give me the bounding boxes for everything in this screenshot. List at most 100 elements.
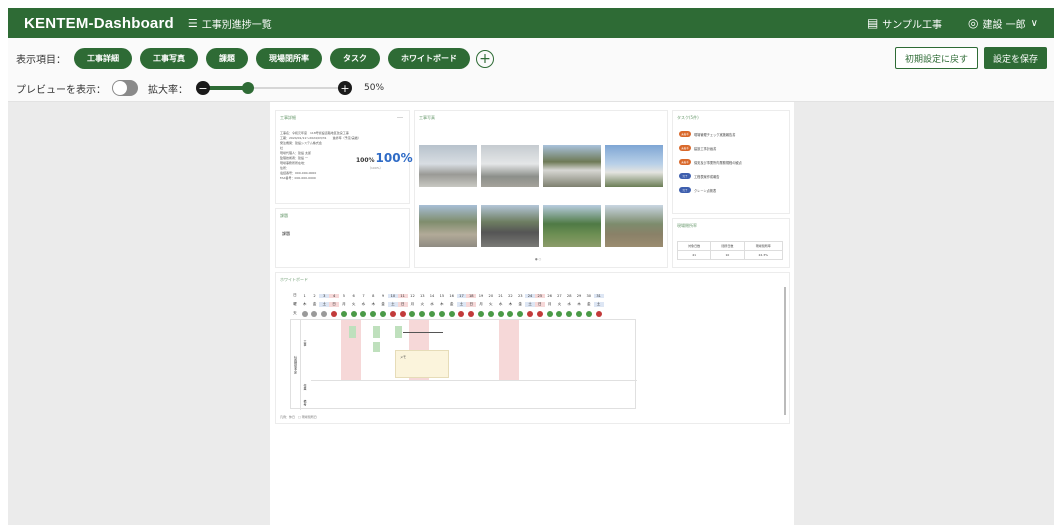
- photo-thumbnail[interactable]: [419, 205, 477, 247]
- weather-cell[interactable]: [319, 310, 329, 317]
- weather-cell[interactable]: [564, 310, 574, 317]
- panel-photos[interactable]: 工事写真 ● ○: [414, 110, 668, 268]
- nav-progress-list[interactable]: ☰ 工事別進捗一覧: [188, 16, 272, 31]
- chevron-down-icon: ∨: [1030, 17, 1038, 29]
- task-item[interactable]: 未着手 建設工事計画書: [679, 145, 742, 151]
- chip-closure-rate[interactable]: 現場閉所率: [256, 48, 322, 69]
- weather-cell[interactable]: [555, 310, 565, 317]
- photo-thumbnail[interactable]: [543, 205, 601, 247]
- zoom-out-icon[interactable]: −: [196, 81, 210, 95]
- panel-title: 工事写真: [419, 115, 435, 120]
- weather-cell[interactable]: [574, 310, 584, 317]
- weather-cell[interactable]: [300, 310, 310, 317]
- weather-cell[interactable]: [506, 310, 516, 317]
- weather-cell[interactable]: [466, 310, 476, 317]
- schedule-block[interactable]: [349, 326, 356, 338]
- photo-thumbnail[interactable]: [605, 205, 663, 247]
- zoom-in-icon[interactable]: +: [338, 81, 352, 95]
- schedule-block[interactable]: [395, 326, 402, 338]
- row-label: 曜: [293, 302, 297, 306]
- reset-defaults-button[interactable]: 初期設定に戻す: [895, 47, 979, 69]
- preview-label: プレビューを表示：: [16, 84, 106, 96]
- photo-thumbnail[interactable]: [419, 145, 477, 187]
- weather-cell[interactable]: [486, 310, 496, 317]
- chip-detail[interactable]: 工事詳細: [74, 48, 132, 69]
- task-text: 工程表案作成報告: [694, 174, 720, 179]
- weather-cell[interactable]: [496, 310, 506, 317]
- weather-cell[interactable]: [359, 310, 369, 317]
- more-icon[interactable]: …: [397, 113, 403, 120]
- save-settings-button[interactable]: 設定を保存: [984, 47, 1048, 69]
- weather-cell[interactable]: [427, 310, 437, 317]
- weather-cell[interactable]: [408, 310, 418, 317]
- calendar-day: 4: [329, 293, 339, 298]
- chip-tasks[interactable]: タスク: [330, 48, 380, 69]
- weather-cell[interactable]: [476, 310, 486, 317]
- zoom-slider[interactable]: − +: [196, 81, 352, 95]
- photo-thumbnail[interactable]: [605, 145, 663, 187]
- preview-toggle[interactable]: [112, 80, 138, 96]
- task-item[interactable]: 完了 クレーン点検表: [679, 187, 742, 193]
- weather-cell[interactable]: [368, 310, 378, 317]
- weather-cell[interactable]: [457, 310, 467, 317]
- task-item[interactable]: 未着手 現場管理チェック実施報告書: [679, 131, 742, 137]
- project-name: サンプル工事: [882, 19, 942, 31]
- weather-cell[interactable]: [584, 310, 594, 317]
- photo-pager[interactable]: ● ○: [535, 257, 541, 261]
- user-name: 建設 一郎: [982, 19, 1026, 31]
- weather-cell[interactable]: [398, 310, 408, 317]
- status-dot-icon: [409, 310, 416, 317]
- app-brand[interactable]: KENTEM-Dashboard: [24, 15, 174, 32]
- photo-thumbnail[interactable]: [543, 145, 601, 187]
- status-dot-icon: [595, 310, 602, 317]
- panel-tasks[interactable]: タスク(5件) 未着手 現場管理チェック実施報告書 未着手 建設工事計画書 未着手保…: [672, 110, 790, 214]
- whiteboard-scrollbar[interactable]: [784, 287, 786, 415]
- weather-cell[interactable]: [349, 310, 359, 317]
- chip-issues[interactable]: 課題: [206, 48, 248, 69]
- user-menu[interactable]: ◎ 建設 一郎 ∨: [968, 16, 1038, 31]
- status-dot-icon: [448, 310, 455, 317]
- weather-cell[interactable]: [535, 310, 545, 317]
- panel-issue[interactable]: 課題 課題: [275, 208, 410, 268]
- calendar-day: 23: [517, 293, 523, 298]
- calendar-day: 30: [586, 293, 592, 298]
- weather-cell[interactable]: [388, 310, 398, 317]
- project-selector[interactable]: ▤ サンプル工事: [867, 16, 942, 31]
- slider-thumb[interactable]: [242, 82, 254, 94]
- add-item-button[interactable]: +: [476, 49, 494, 68]
- weather-cell[interactable]: [417, 310, 427, 317]
- schedule-block[interactable]: [373, 342, 380, 352]
- calendar-weekday: 月: [547, 302, 552, 306]
- calendar-day: 7: [362, 293, 365, 298]
- panel-whiteboard[interactable]: ホワイトボード 日 1 2 3 4 5 6 7 8 9 10 11 12 13 14 15 16 17 18 19 2…: [275, 272, 790, 424]
- calendar-day: 20: [488, 293, 494, 298]
- task-item[interactable]: 完了 工程表案作成報告: [679, 173, 742, 179]
- memo-note[interactable]: メモ: [395, 350, 449, 378]
- panel-detail[interactable]: 工事詳細 … 工事名：令和元年度 118号仮設道路地区改良工事 工期：2024/…: [275, 110, 413, 204]
- calendar-day: 16: [449, 293, 454, 298]
- status-dot-icon: [517, 310, 524, 317]
- task-text: 建設工事計画書: [694, 146, 717, 151]
- status-dot-icon: [585, 310, 592, 317]
- photo-thumbnail[interactable]: [481, 145, 539, 187]
- chip-whiteboard[interactable]: ホワイトボード: [388, 48, 470, 69]
- weather-cell[interactable]: [378, 310, 388, 317]
- photo-thumbnail[interactable]: [481, 205, 539, 247]
- weather-cell[interactable]: [594, 310, 604, 317]
- weather-cell[interactable]: [329, 310, 339, 317]
- side-label-b: 作業: [303, 384, 307, 390]
- schedule-block[interactable]: [373, 326, 380, 338]
- task-item[interactable]: 未着手 保安及び事業所内業務規程の観点: [679, 159, 742, 165]
- weather-cell[interactable]: [525, 310, 535, 317]
- weather-cell[interactable]: [545, 310, 555, 317]
- calendar-day: 21: [498, 293, 503, 298]
- chip-photos[interactable]: 工事写真: [140, 48, 198, 69]
- weather-cell[interactable]: [437, 310, 447, 317]
- weather-cell[interactable]: [515, 310, 525, 317]
- panel-closure-rate[interactable]: 現場閉所率 対象日数 閉所日数 現場閉所率 41 10 22.3%: [672, 218, 790, 268]
- weather-cell[interactable]: [310, 310, 320, 317]
- weather-cell[interactable]: [339, 310, 349, 317]
- weather-cell[interactable]: [447, 310, 457, 317]
- display-items-label: 表示項目：: [16, 55, 66, 66]
- calendar-weekday: 日: [397, 302, 408, 307]
